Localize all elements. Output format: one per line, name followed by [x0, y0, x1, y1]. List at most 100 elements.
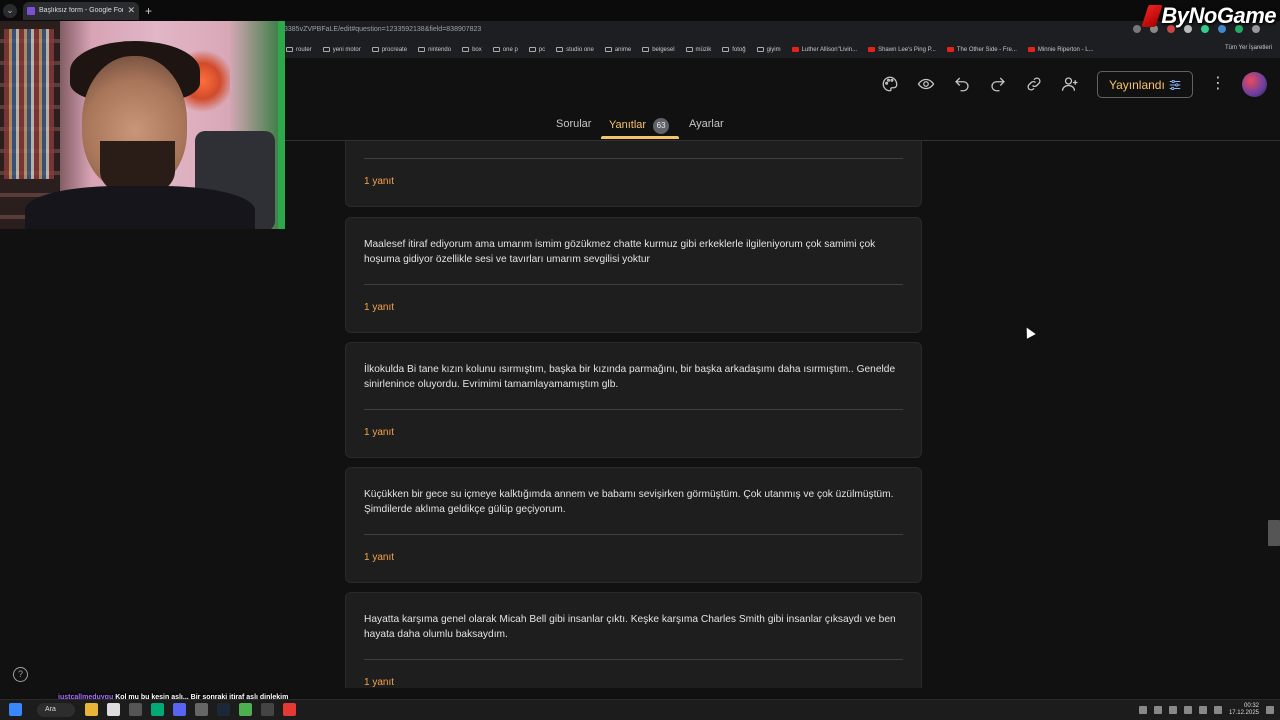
- bookmark-item[interactable]: procreate: [371, 47, 407, 53]
- help-icon[interactable]: ?: [13, 667, 28, 682]
- tab-questions[interactable]: Sorular: [556, 118, 591, 130]
- chrome-icon[interactable]: [239, 703, 252, 716]
- published-button[interactable]: Yayınlandı: [1097, 71, 1193, 98]
- response-text: İlkokulda Bi tane kızın kolunu ısırmıştı…: [364, 364, 896, 390]
- search-label: Ara: [45, 706, 56, 713]
- response-count: 1 yanıt: [364, 552, 395, 563]
- card-divider: [364, 409, 903, 410]
- bookmark-item[interactable]: anime: [604, 47, 631, 53]
- windows-taskbar: Ara 00:32 17.12.2025: [0, 699, 1280, 720]
- bookmark-item[interactable]: The Other Side - Fre...: [946, 47, 1017, 53]
- taskbar-search[interactable]: Ara: [37, 703, 75, 717]
- published-label: Yayınlandı: [1109, 77, 1165, 92]
- youtube-icon: [868, 47, 876, 52]
- response-card: Maalesef itiraf ediyorum ama umarım ismi…: [345, 217, 922, 333]
- all-bookmarks-link[interactable]: Tüm Yer İşaretleri: [1225, 45, 1272, 51]
- response-count: 1 yanıt: [364, 677, 395, 688]
- tab-settings[interactable]: Ayarlar: [689, 118, 724, 130]
- close-tab-icon[interactable]: ✕: [127, 5, 135, 16]
- folder-icon: [642, 47, 650, 52]
- app-icon[interactable]: [151, 703, 164, 716]
- watermark-logo-icon: [1141, 5, 1163, 27]
- volume-icon[interactable]: [1213, 706, 1222, 714]
- url-field[interactable]: 3385vZVPBFaLE/edit#question=1233592138&f…: [284, 26, 481, 33]
- card-divider: [364, 534, 903, 535]
- shoulders: [25, 186, 255, 229]
- windows-start-icon[interactable]: [9, 703, 22, 716]
- preview-eye-icon[interactable]: [917, 75, 935, 93]
- avatar[interactable]: [1242, 72, 1267, 97]
- response-card: Küçükken bir gece su içmeye kalktığımda …: [345, 467, 922, 583]
- scrollbar-track[interactable]: [1268, 141, 1280, 688]
- bookmark-item[interactable]: router: [286, 47, 312, 53]
- clock-time: 00:32: [1243, 703, 1259, 709]
- zoom-icon[interactable]: [1133, 25, 1141, 33]
- green-wall: [278, 21, 285, 229]
- bookmark-item[interactable]: yeni motor: [322, 47, 361, 53]
- publish-settings-icon: [1169, 79, 1181, 90]
- bookmark-item[interactable]: one p: [492, 47, 518, 53]
- youtube-icon: [1027, 47, 1035, 52]
- folder-icon: [528, 47, 536, 52]
- bookmark-item[interactable]: Minnie Riperton - L...: [1027, 47, 1094, 53]
- folder-icon: [722, 47, 730, 52]
- new-tab-button[interactable]: +: [145, 4, 152, 18]
- discord-icon[interactable]: [173, 703, 186, 716]
- folder-icon: [604, 47, 612, 52]
- books: [4, 29, 54, 179]
- undo-icon[interactable]: [953, 75, 971, 93]
- bookmark-item[interactable]: giyim: [756, 47, 781, 53]
- response-card: İlkokulda Bi tane kızın kolunu ısırmıştı…: [345, 342, 922, 458]
- responses-count-badge: 63: [653, 118, 670, 134]
- bookmark-item[interactable]: nintendo: [418, 47, 451, 53]
- browser-tab[interactable]: Başlıksız form - Google Formlar ✕: [23, 1, 139, 20]
- more-options-icon[interactable]: ⋮: [1210, 76, 1226, 92]
- response-card: Hayatta karşıma genel olarak Micah Bell …: [345, 592, 922, 688]
- steam-icon[interactable]: [217, 703, 230, 716]
- folder-icon: [556, 47, 564, 52]
- bookmark-item[interactable]: müzik: [685, 47, 711, 53]
- google-forms-icon: [27, 6, 35, 15]
- clock[interactable]: 00:32 17.12.2025: [1229, 703, 1259, 717]
- bookmark-item[interactable]: box: [462, 47, 482, 53]
- redo-icon[interactable]: [989, 75, 1007, 93]
- scrollbar-thumb[interactable]: [1268, 520, 1280, 546]
- folder-icon: [685, 47, 693, 52]
- folder-icon: [322, 47, 330, 52]
- channel-watermark: ByNoGame: [1141, 3, 1276, 29]
- bookmark-item[interactable]: Luther Allison"Livin...: [791, 47, 857, 53]
- tab-search-chevron-icon[interactable]: ⌄: [3, 3, 17, 18]
- link-icon[interactable]: [1025, 75, 1043, 93]
- file-explorer-icon[interactable]: [85, 703, 98, 716]
- response-text: Maalesef itiraf ediyorum ama umarım ismi…: [364, 239, 876, 265]
- folder-icon: [286, 47, 293, 52]
- tray-app-icon[interactable]: [1168, 706, 1177, 714]
- palette-icon[interactable]: [881, 75, 899, 93]
- bookmark-item[interactable]: Shawn Lee's Ping P...: [868, 47, 936, 53]
- notification-icon[interactable]: [1266, 706, 1274, 714]
- bookmark-item[interactable]: fotoğ: [722, 47, 746, 53]
- obs-icon[interactable]: [283, 703, 296, 716]
- tab-responses-label: Yanıtlar: [609, 119, 647, 131]
- card-divider: [364, 284, 903, 285]
- clock-date: 17.12.2025: [1228, 710, 1259, 716]
- tray-app-icon[interactable]: [1153, 706, 1162, 714]
- response-count: 1 yanıt: [364, 427, 395, 438]
- bookmark-item[interactable]: belgesel: [642, 47, 675, 53]
- app-icon[interactable]: [195, 703, 208, 716]
- bookmark-item[interactable]: pc: [528, 47, 545, 53]
- notepad-icon[interactable]: [107, 703, 120, 716]
- tray-chevron-icon[interactable]: [1138, 706, 1147, 714]
- network-icon[interactable]: [1198, 706, 1207, 714]
- tab-responses[interactable]: Yanıtlar 63: [609, 118, 670, 134]
- app-icon[interactable]: [129, 703, 142, 716]
- response-card: 1 yanıt: [345, 141, 922, 207]
- app-icon[interactable]: [261, 703, 274, 716]
- add-collaborator-icon[interactable]: [1061, 75, 1079, 93]
- card-divider: [364, 659, 903, 660]
- bookmark-item[interactable]: studio one: [556, 47, 594, 53]
- bookmarks-bar: router yeni motor procreate nintendo box…: [284, 41, 1280, 58]
- active-tab-indicator: [601, 136, 679, 139]
- microphone-icon[interactable]: [1183, 706, 1192, 714]
- browser-tabstrip: ⌄ Başlıksız form - Google Formlar ✕ +: [0, 0, 1280, 21]
